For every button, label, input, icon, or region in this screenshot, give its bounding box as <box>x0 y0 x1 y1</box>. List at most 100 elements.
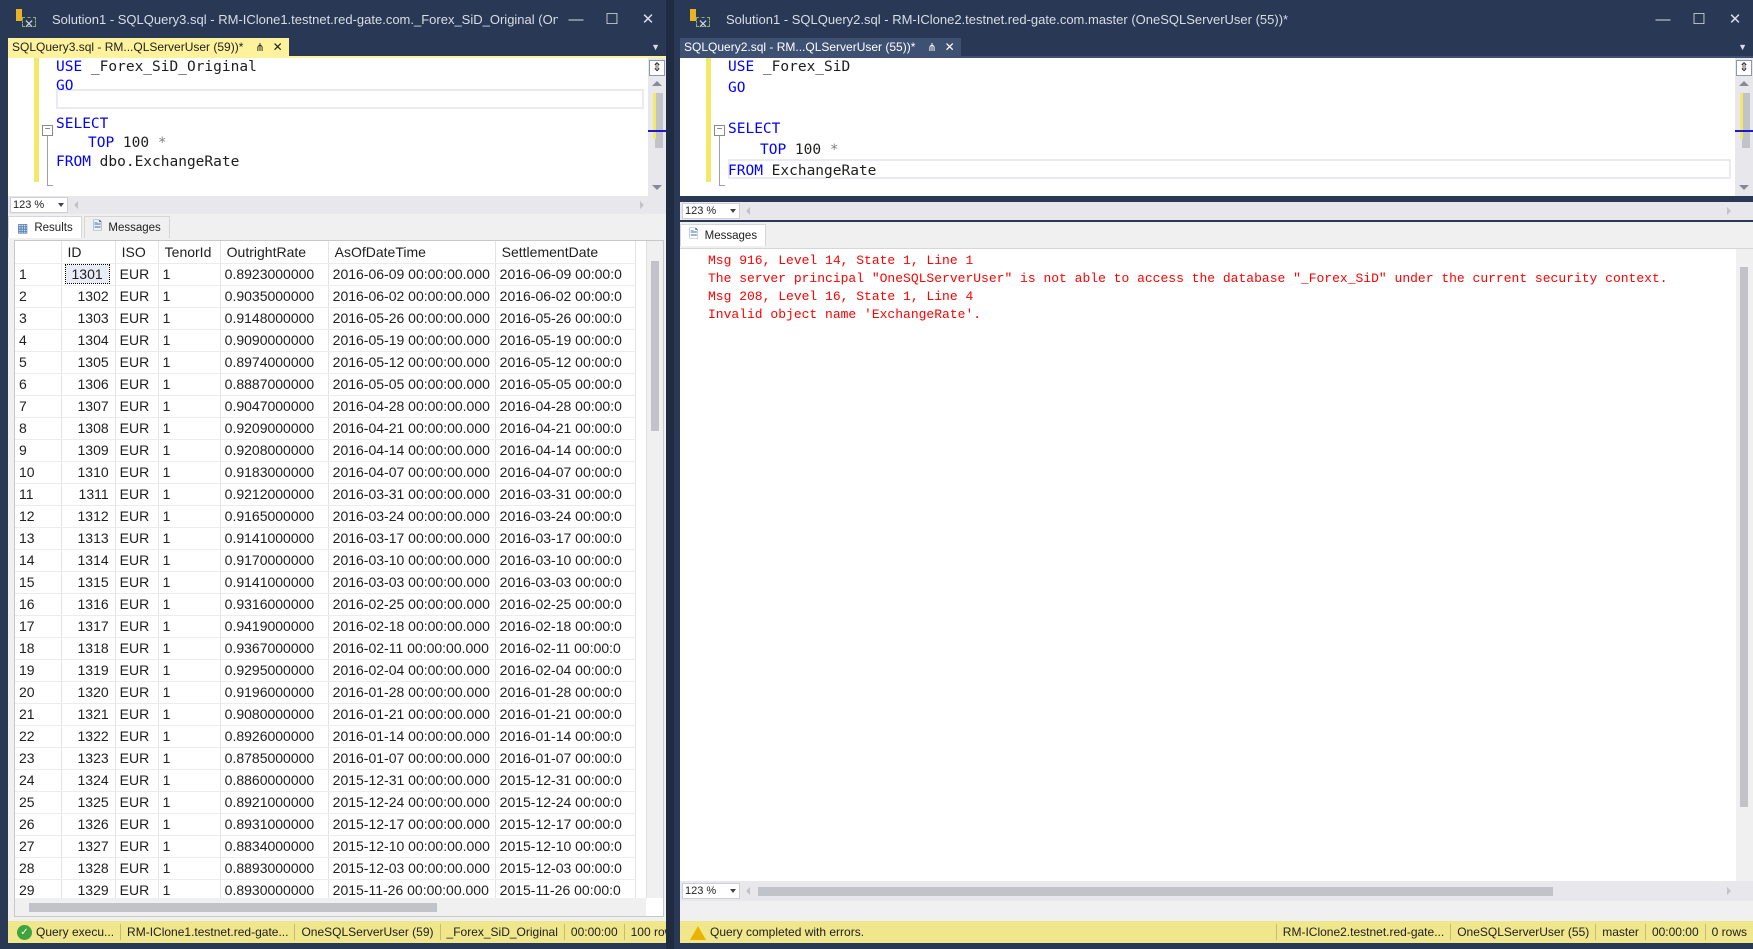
row-number[interactable]: 19 <box>15 659 62 682</box>
cell-iso[interactable]: EUR <box>115 483 159 506</box>
cell-iso[interactable]: EUR <box>115 373 159 396</box>
row-number[interactable]: 12 <box>15 505 62 528</box>
cell-asofdatetime[interactable]: 2016-05-05 00:00:00.000 <box>328 373 496 396</box>
cell-asofdatetime[interactable]: 2016-03-31 00:00:00.000 <box>328 483 496 506</box>
cell-iso[interactable]: EUR <box>115 395 159 418</box>
query-editor[interactable]: USE _Forex_SiD_Original GO − SELECT TOP … <box>8 58 666 196</box>
cell-tenorid[interactable]: 1 <box>158 769 221 792</box>
cell-tenorid[interactable]: 1 <box>158 549 221 572</box>
table-row[interactable]: 26 1326 EUR 1 0.8931000000 2015-12-17 00:00:0… <box>15 813 636 836</box>
cell-settlementdate[interactable]: 2016-05-05 00:00:0 <box>495 373 636 396</box>
cell-tenorid[interactable]: 1 <box>158 483 221 506</box>
title-bar[interactable]: ✕ Solution1 - SQLQuery3.sql - RM-IClone1… <box>0 0 666 38</box>
column-header-settlementdate[interactable]: SettlementDate <box>495 241 636 264</box>
cell-id[interactable]: 1319 <box>61 659 116 682</box>
editor-vertical-scrollbar[interactable]: ⇕ <box>1735 58 1753 196</box>
cell-tenorid[interactable]: 1 <box>158 329 221 352</box>
table-row[interactable]: 25 1325 EUR 1 0.8921000000 2015-12-24 00:00:0… <box>15 791 636 814</box>
cell-iso[interactable]: EUR <box>115 791 159 814</box>
scroll-left-icon[interactable] <box>746 207 750 215</box>
column-header-id[interactable]: ID <box>61 241 116 264</box>
cell-id[interactable]: 1327 <box>61 835 116 858</box>
close-button[interactable]: ✕ <box>1717 0 1753 38</box>
cell-tenorid[interactable]: 1 <box>158 263 221 286</box>
column-header-tenorid[interactable]: TenorId <box>158 241 221 264</box>
cell-asofdatetime[interactable]: 2015-12-10 00:00:00.000 <box>328 835 496 858</box>
cell-outrightrate[interactable]: 0.9419000000 <box>220 615 329 638</box>
minimize-button[interactable]: — <box>558 0 594 38</box>
grid-vertical-scrollbar[interactable] <box>646 241 663 898</box>
cell-outrightrate[interactable]: 0.8931000000 <box>220 813 329 836</box>
row-number[interactable]: 16 <box>15 593 62 616</box>
row-number[interactable]: 26 <box>15 813 62 836</box>
cell-tenorid[interactable]: 1 <box>158 439 221 462</box>
cell-outrightrate[interactable]: 0.9196000000 <box>220 681 329 704</box>
cell-tenorid[interactable]: 1 <box>158 725 221 748</box>
row-number[interactable]: 3 <box>15 307 62 330</box>
document-tab[interactable]: SQLQuery3.sql - RM...QLServerUser (59))*… <box>8 38 289 56</box>
row-number[interactable]: 2 <box>15 285 62 308</box>
table-row[interactable]: 12 1312 EUR 1 0.9165000000 2016-03-24 00:00:0… <box>15 505 636 528</box>
cell-id[interactable]: 1325 <box>61 791 116 814</box>
split-window-icon[interactable]: ⇕ <box>1736 60 1752 76</box>
cell-outrightrate[interactable]: 0.9148000000 <box>220 307 329 330</box>
cell-iso[interactable]: EUR <box>115 571 159 594</box>
cell-id[interactable]: 1314 <box>61 549 116 572</box>
table-row[interactable]: 16 1316 EUR 1 0.9316000000 2016-02-25 00:00:0… <box>15 593 636 616</box>
cell-iso[interactable]: EUR <box>115 351 159 374</box>
cell-id[interactable]: 1310 <box>61 461 116 484</box>
editor-vertical-scrollbar[interactable]: ⇕ <box>648 58 666 196</box>
cell-settlementdate[interactable]: 2016-01-14 00:00:0 <box>495 725 636 748</box>
cell-id[interactable]: 1304 <box>61 329 116 352</box>
scroll-thumb[interactable] <box>651 261 659 431</box>
cell-asofdatetime[interactable]: 2016-02-18 00:00:00.000 <box>328 615 496 638</box>
cell-outrightrate[interactable]: 0.9183000000 <box>220 461 329 484</box>
cell-id[interactable]: 1306 <box>61 373 116 396</box>
cell-outrightrate[interactable]: 0.9090000000 <box>220 329 329 352</box>
cell-asofdatetime[interactable]: 2015-12-31 00:00:00.000 <box>328 769 496 792</box>
row-number[interactable]: 1 <box>15 263 62 286</box>
row-number[interactable]: 21 <box>15 703 62 726</box>
collapse-icon[interactable]: − <box>42 125 53 136</box>
cell-tenorid[interactable]: 1 <box>158 659 221 682</box>
cell-iso[interactable]: EUR <box>115 747 159 770</box>
cell-settlementdate[interactable]: 2016-06-02 00:00:0 <box>495 285 636 308</box>
scroll-thumb[interactable] <box>1740 267 1748 807</box>
scroll-thumb[interactable] <box>1742 93 1750 148</box>
cell-asofdatetime[interactable]: 2016-01-21 00:00:00.000 <box>328 703 496 726</box>
row-number[interactable]: 11 <box>15 483 62 506</box>
table-row[interactable]: 28 1328 EUR 1 0.8893000000 2015-12-03 00:00:0… <box>15 857 636 880</box>
cell-settlementdate[interactable]: 2015-12-10 00:00:0 <box>495 835 636 858</box>
scroll-right-icon[interactable] <box>640 201 644 209</box>
cell-id[interactable]: 1317 <box>61 615 116 638</box>
cell-asofdatetime[interactable]: 2016-02-11 00:00:00.000 <box>328 637 496 660</box>
cell-settlementdate[interactable]: 2016-06-09 00:00:0 <box>495 263 636 286</box>
maximize-button[interactable]: ☐ <box>1681 0 1717 38</box>
row-number[interactable]: 14 <box>15 549 62 572</box>
cell-settlementdate[interactable]: 2016-01-07 00:00:0 <box>495 747 636 770</box>
cell-asofdatetime[interactable]: 2016-04-07 00:00:00.000 <box>328 461 496 484</box>
cell-outrightrate[interactable]: 0.9035000000 <box>220 285 329 308</box>
split-window-icon[interactable]: ⇕ <box>649 60 665 76</box>
row-number[interactable]: 9 <box>15 439 62 462</box>
column-header-outrightrate[interactable]: OutrightRate <box>220 241 329 264</box>
cell-tenorid[interactable]: 1 <box>158 285 221 308</box>
cell-asofdatetime[interactable]: 2016-06-02 00:00:00.000 <box>328 285 496 308</box>
cell-iso[interactable]: EUR <box>115 527 159 550</box>
cell-asofdatetime[interactable]: 2016-03-03 00:00:00.000 <box>328 571 496 594</box>
scroll-down-icon[interactable] <box>652 185 662 190</box>
table-row[interactable]: 10 1310 EUR 1 0.9183000000 2016-04-07 00:00:0… <box>15 461 636 484</box>
cell-asofdatetime[interactable]: 2016-01-14 00:00:00.000 <box>328 725 496 748</box>
cell-id[interactable]: 1309 <box>61 439 116 462</box>
cell-settlementdate[interactable]: 2016-03-31 00:00:0 <box>495 483 636 506</box>
table-row[interactable]: 2 1302 EUR 1 0.9035000000 2016-06-02 00:00:00… <box>15 285 636 308</box>
cell-settlementdate[interactable]: 2016-02-18 00:00:0 <box>495 615 636 638</box>
table-row[interactable]: 7 1307 EUR 1 0.9047000000 2016-04-28 00:00:00… <box>15 395 636 418</box>
row-number[interactable]: 10 <box>15 461 62 484</box>
cell-asofdatetime[interactable]: 2016-03-24 00:00:00.000 <box>328 505 496 528</box>
cell-outrightrate[interactable]: 0.8834000000 <box>220 835 329 858</box>
cell-iso[interactable]: EUR <box>115 637 159 660</box>
cell-asofdatetime[interactable]: 2016-01-28 00:00:00.000 <box>328 681 496 704</box>
messages-output[interactable]: Msg 916, Level 14, State 1, Line 1 The s… <box>680 248 1753 881</box>
cell-id[interactable]: 1322 <box>61 725 116 748</box>
